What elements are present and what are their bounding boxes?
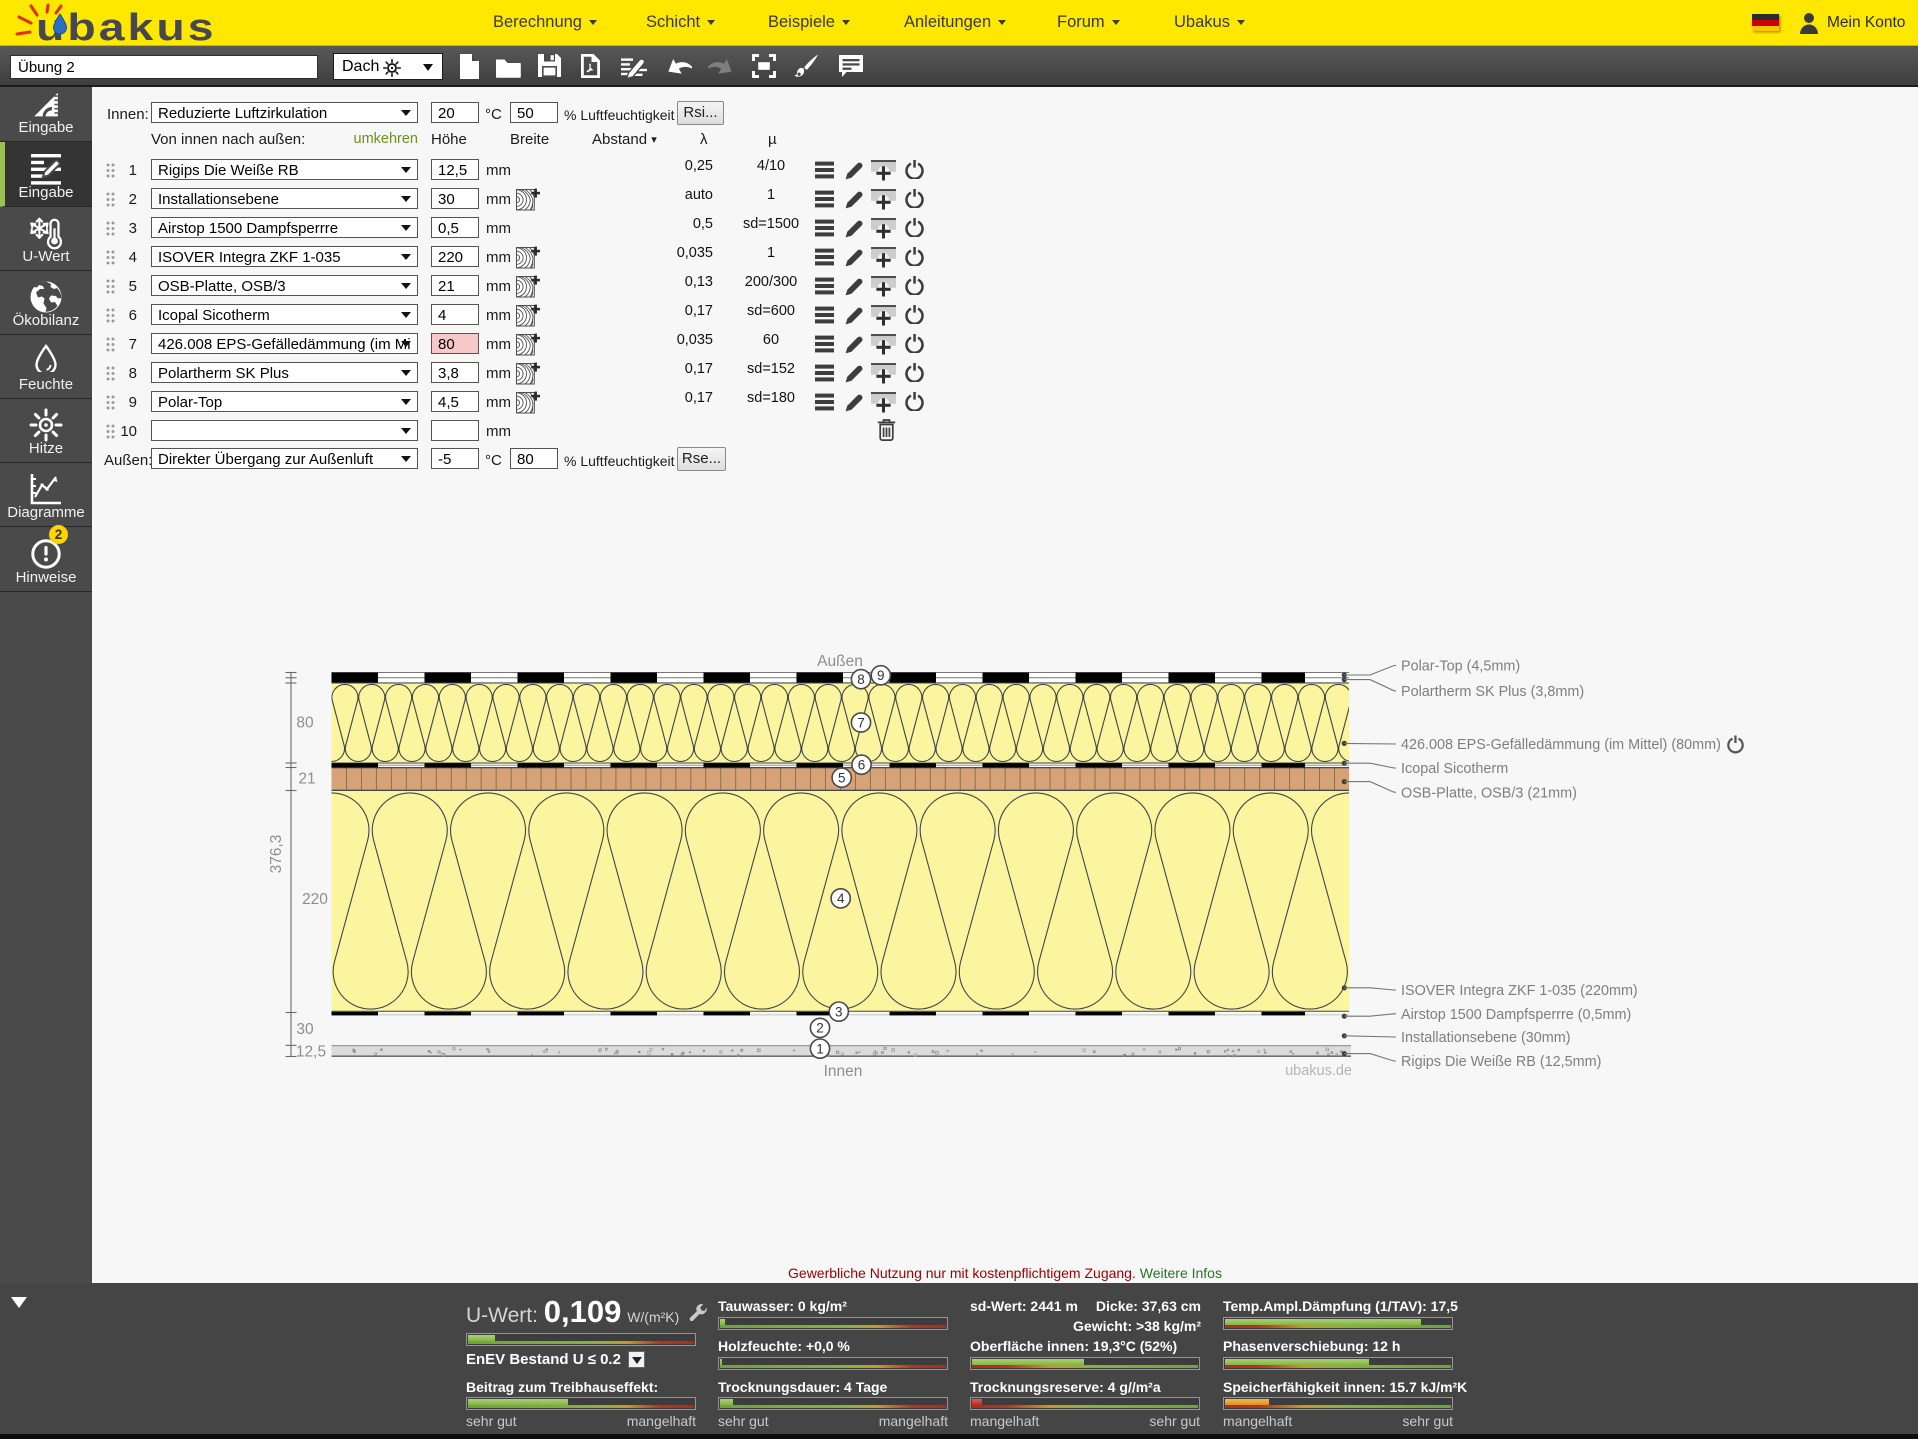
svg-text:Außen: Außen xyxy=(817,653,863,670)
svg-text:8: 8 xyxy=(857,672,865,687)
svg-text:2: 2 xyxy=(816,1021,824,1036)
svg-text:Airstop 1500 Dampfsperrre (0,5: Airstop 1500 Dampfsperrre (0,5mm) xyxy=(1401,1007,1631,1023)
svg-text:7: 7 xyxy=(857,715,865,730)
svg-text:5: 5 xyxy=(838,771,846,786)
svg-text:Rigips Die Weiße RB (12,5mm): Rigips Die Weiße RB (12,5mm) xyxy=(1401,1054,1601,1070)
svg-text:3: 3 xyxy=(835,1004,843,1019)
svg-text:80: 80 xyxy=(296,715,314,732)
svg-text:376,3: 376,3 xyxy=(268,835,285,874)
svg-text:4: 4 xyxy=(837,891,845,906)
svg-text:1: 1 xyxy=(816,1041,824,1056)
svg-text:220: 220 xyxy=(302,891,328,908)
svg-text:Polar-Top (4,5mm): Polar-Top (4,5mm) xyxy=(1401,659,1520,675)
svg-text:Polartherm SK Plus (3,8mm): Polartherm SK Plus (3,8mm) xyxy=(1401,684,1584,700)
svg-text:Icopal Sicotherm: Icopal Sicotherm xyxy=(1401,761,1508,777)
svg-text:9: 9 xyxy=(877,668,885,683)
svg-text:ubakus.de: ubakus.de xyxy=(1285,1063,1352,1079)
svg-text:OSB-Platte, OSB/3 (21mm): OSB-Platte, OSB/3 (21mm) xyxy=(1401,785,1577,801)
svg-text:Installationsebene (30mm): Installationsebene (30mm) xyxy=(1401,1030,1571,1046)
svg-text:ISOVER Integra ZKF 1-035 (220m: ISOVER Integra ZKF 1-035 (220mm) xyxy=(1401,983,1638,999)
svg-text:426.008 EPS-Gefälledämmung (im: 426.008 EPS-Gefälledämmung (im Mittel) (… xyxy=(1401,737,1721,753)
svg-text:12,5: 12,5 xyxy=(296,1044,326,1061)
svg-text:30: 30 xyxy=(296,1021,314,1038)
svg-text:21: 21 xyxy=(298,771,315,788)
svg-text:6: 6 xyxy=(858,758,866,773)
svg-text:Innen: Innen xyxy=(824,1063,863,1080)
